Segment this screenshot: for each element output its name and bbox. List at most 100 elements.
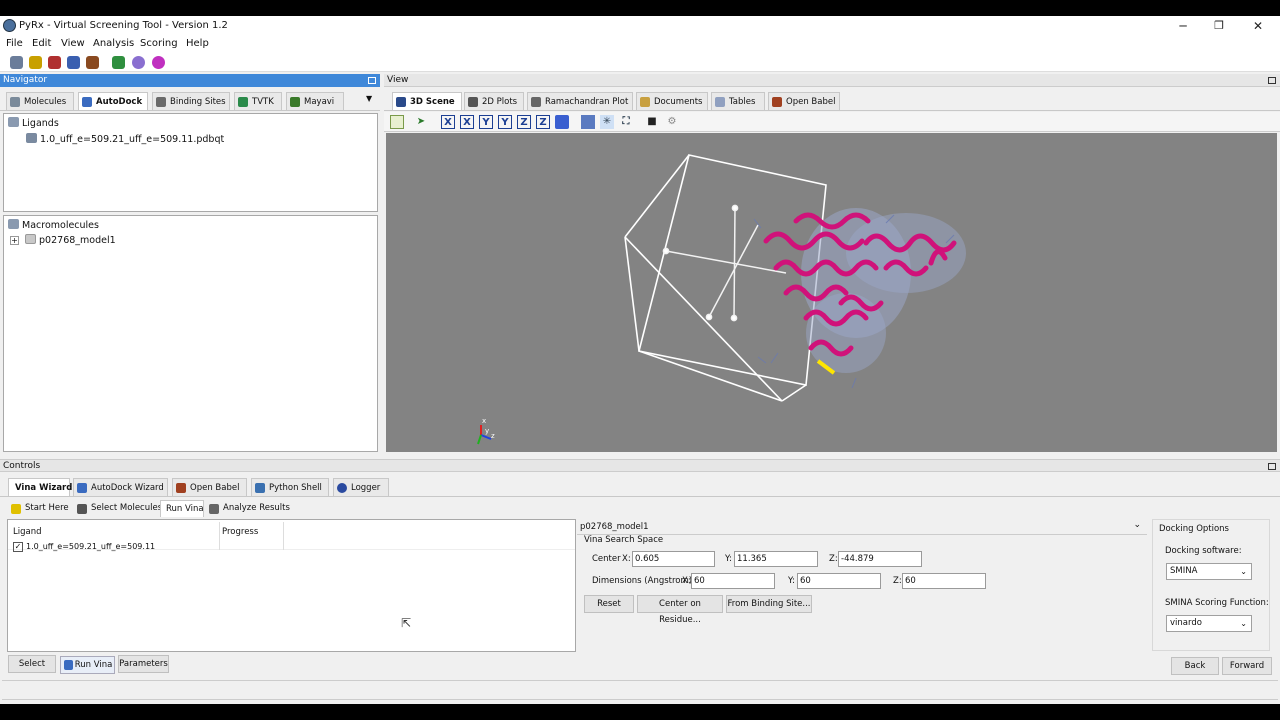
tab-open-babel[interactable]: Open Babel [768,92,840,110]
load-ligand-icon[interactable] [10,56,23,69]
search-space-header[interactable]: p02768_model1 ⌄ [577,519,1147,535]
parameters-button[interactable]: Parameters [118,655,169,673]
open-babel-icon [176,483,186,493]
menu-file[interactable]: File [6,38,23,49]
scoring-function-select[interactable]: vinardo ⌄ [1166,615,1252,632]
tab-documents[interactable]: Documents [636,92,708,110]
3d-scene-canvas[interactable]: x y z [386,133,1277,452]
expand-icon[interactable]: + [10,236,19,245]
pink-sphere-icon[interactable] [152,56,165,69]
search-box-wireframe [624,154,827,402]
menu-help[interactable]: Help [186,38,209,49]
menu-view[interactable]: View [61,38,85,49]
tabs-overflow-icon[interactable]: ▼ [366,94,372,103]
chevron-down-icon[interactable]: ⌄ [1133,520,1141,530]
reset-button[interactable]: Reset [584,595,634,613]
view-x-button[interactable]: X [441,115,455,129]
step-analyze-results[interactable]: Analyze Results [206,500,290,517]
dimensions-z-input[interactable]: 60 [902,573,986,589]
close-button[interactable]: ✕ [1239,16,1277,36]
ligand-checkbox[interactable]: ✓ [13,542,23,552]
settings-icon[interactable]: ⚙ [665,115,679,129]
analyze-results-icon [209,504,219,514]
tab-ramachandran-plot[interactable]: Ramachandran Plot [527,92,633,110]
minimize-button[interactable]: ─ [1164,16,1202,36]
controls-title: Controls [3,461,41,471]
macromolecules-heading[interactable]: Macromolecules [8,219,99,231]
view-z-neg-button[interactable]: Z [536,115,550,129]
view-y-neg-button[interactable]: Y [498,115,512,129]
macromolecule-item[interactable]: + p02768_model1 [10,234,116,246]
maximize-panel-icon[interactable] [368,77,376,84]
tab-tvtk[interactable]: TVTK [234,92,282,110]
run-vina-button[interactable]: Run Vina [60,656,115,674]
step-select-molecules[interactable]: Select Molecules [74,500,162,517]
python-script-icon[interactable] [29,56,42,69]
center-on-residue-button[interactable]: Center on Residue... [637,595,723,625]
tab-tables[interactable]: Tables [711,92,765,110]
toggle-scene-icon[interactable] [390,115,404,129]
ligand-icon [26,133,37,143]
load-molecule-icon[interactable] [48,56,61,69]
title-bar: PyRx - Virtual Screening Tool - Version … [0,16,1280,36]
tab-autodock-wizard[interactable]: AutoDock Wizard [73,478,168,496]
center-x-input[interactable]: 0.605 [632,551,715,567]
step-start-here[interactable]: Start Here [8,500,70,517]
tab-logger[interactable]: Logger [333,478,389,496]
from-binding-site-button[interactable]: From Binding Site... [726,595,812,613]
forward-button[interactable]: Forward [1222,657,1272,675]
tab-mayavi[interactable]: Mayavi [286,92,344,110]
center-label: Center [592,554,621,564]
save-icon[interactable]: ■ [645,115,659,129]
status-bar [2,680,1278,700]
parallel-projection-icon[interactable] [581,115,595,129]
cursor-icon: ⇱ [401,616,412,630]
grid-center-axes [662,204,787,322]
full-screen-icon[interactable]: ⛶ [619,115,633,129]
search-space-title: Vina Search Space [584,535,664,545]
tab-autodock[interactable]: AutoDock [78,92,148,110]
maximize-panel-icon[interactable] [1268,77,1276,84]
sphere-icon[interactable] [132,56,145,69]
view-z-button[interactable]: Z [517,115,531,129]
menu-scoring[interactable]: Scoring [140,38,178,49]
macromolecule-icon[interactable] [86,56,99,69]
ramachandran-icon [531,97,541,107]
isometric-view-icon[interactable] [555,115,569,129]
tab-binding-sites[interactable]: Binding Sites [152,92,230,110]
tab-vina-wizard[interactable]: Vina Wizard [8,478,72,496]
view-x-neg-button[interactable]: X [460,115,474,129]
tab-open-babel[interactable]: Open Babel [172,478,247,496]
back-button[interactable]: Back [1171,657,1219,675]
molecules-icon [10,97,20,107]
pick-icon[interactable]: ➤ [414,115,428,129]
menu-analysis[interactable]: Analysis [93,38,134,49]
dimensions-x-input[interactable]: 60 [691,573,775,589]
maximize-button[interactable]: ❐ [1200,16,1238,36]
dimensions-y-label: Y: [788,576,795,586]
select-button[interactable]: Select [8,655,56,673]
vina-icon[interactable] [112,56,125,69]
docking-software-select[interactable]: SMINA ⌄ [1166,563,1252,580]
maximize-panel-icon[interactable] [1268,463,1276,470]
wizard-steps: Start Here Select Molecules Run Vina Ana… [0,498,1280,518]
controls-tabs: Vina Wizard AutoDock Wizard Open Babel P… [0,473,1280,497]
view-y-button[interactable]: Y [479,115,493,129]
bulb-icon[interactable] [67,56,80,69]
dimensions-y-input[interactable]: 60 [797,573,881,589]
column-ligand[interactable]: Ligand [13,527,41,537]
column-progress[interactable]: Progress [222,527,258,537]
menu-edit[interactable]: Edit [32,38,51,49]
tab-2d-plots[interactable]: 2D Plots [464,92,524,110]
table-row[interactable]: ✓ 1.0_uff_e=509.21_uff_e=509.11 [8,541,575,555]
tab-molecules[interactable]: Molecules [6,92,74,110]
axes-icon[interactable]: ✳ [600,115,614,129]
center-z-input[interactable]: -44.879 [838,551,922,567]
center-y-input[interactable]: 11.365 [734,551,818,567]
run-vina-icon [64,660,73,670]
step-run-vina[interactable]: Run Vina [160,500,204,517]
ligand-item[interactable]: 1.0_uff_e=509.21_uff_e=509.11.pdbqt [26,133,224,145]
tab-python-shell[interactable]: Python Shell [251,478,329,496]
ligands-heading[interactable]: Ligands [8,117,59,129]
tab-3d-scene[interactable]: 3D Scene [392,92,462,110]
